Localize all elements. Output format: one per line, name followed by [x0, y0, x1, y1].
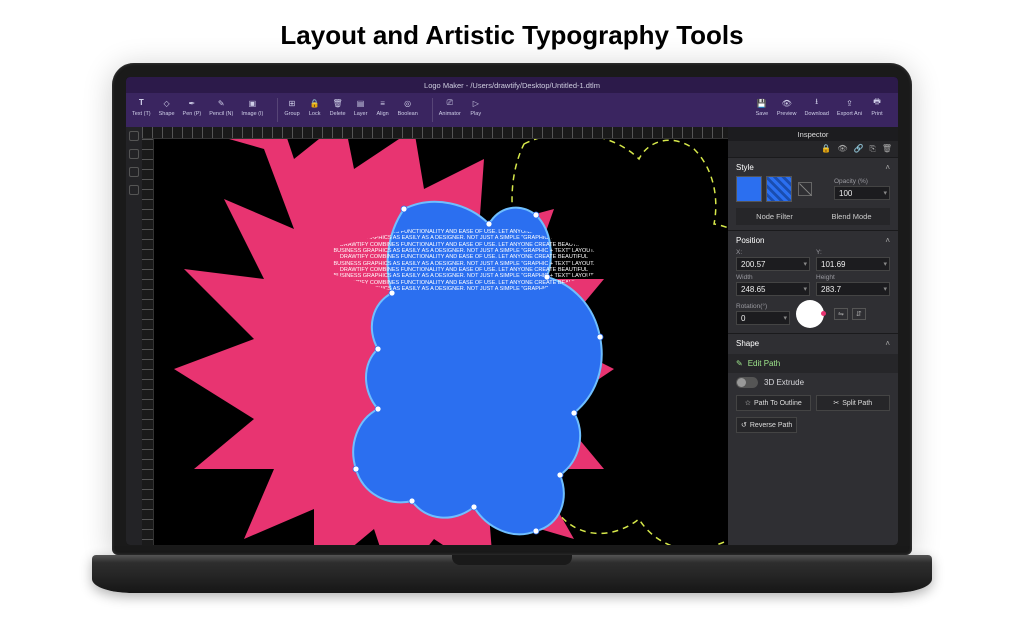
y-field[interactable]: 101.69▾	[816, 257, 890, 271]
tool-play[interactable]: ▷Play	[469, 96, 483, 117]
chevron-up-icon[interactable]: ˄	[885, 339, 890, 348]
chevron-up-icon[interactable]: ˄	[885, 236, 890, 245]
tool-lock[interactable]: 🔒Lock	[308, 96, 322, 117]
animator-icon: ⎚	[443, 96, 457, 110]
lock-icon: 🔒	[308, 96, 322, 110]
position-section: Position˄ X:200.57▾ Y:101.69▾ Width248.6…	[728, 230, 898, 333]
stroke-none-icon[interactable]	[798, 182, 812, 196]
rotation-field[interactable]: 0▾	[736, 311, 790, 325]
rail-btn[interactable]	[129, 167, 139, 177]
shape-label: Shape	[736, 339, 759, 348]
ruler-horizontal	[142, 127, 728, 139]
trash-icon[interactable]: 🗑	[882, 144, 892, 154]
rail-btn[interactable]	[129, 185, 139, 195]
align-icon: ≡	[376, 96, 390, 110]
width-field[interactable]: 248.65▾	[736, 282, 810, 296]
page-heading: Layout and Artistic Typography Tools	[0, 0, 1024, 63]
tool-print[interactable]: 🖶Print	[870, 96, 884, 117]
pencil-icon: ✎	[214, 96, 228, 110]
layer-icon: ▤	[354, 96, 368, 110]
path-to-outline-button[interactable]: ☆ Path To Outline	[736, 395, 811, 411]
edit-path-icon: ✎	[736, 359, 743, 368]
link-icon[interactable]: 🔗	[853, 144, 863, 154]
tool-shape[interactable]: ◇Shape	[159, 96, 175, 117]
app-window: Logo Maker - /Users/drawtify/Desktop/Unt…	[126, 77, 898, 545]
download-icon: ⭳	[810, 96, 824, 110]
tool-text[interactable]: 𝐓Text (T)	[132, 96, 151, 117]
rail-btn[interactable]	[129, 149, 139, 159]
image-icon: ▣	[245, 96, 259, 110]
tool-download[interactable]: ⭳Download	[804, 96, 828, 117]
fill-swatch[interactable]	[736, 176, 762, 202]
tool-pen[interactable]: ✒Pen (P)	[183, 96, 202, 117]
tool-image[interactable]: ▣Image (I)	[241, 96, 263, 117]
copy-icon[interactable]: ⎘	[869, 144, 875, 154]
extrude-toggle[interactable]	[736, 377, 758, 388]
node-filter-tab[interactable]: Node Filter	[736, 208, 813, 225]
tool-boolean[interactable]: ◎Boolean	[398, 96, 418, 117]
reverse-path-button[interactable]: ↺ Reverse Path	[736, 417, 797, 433]
text-icon: 𝐓	[134, 96, 148, 110]
ruler-vertical	[142, 139, 154, 545]
left-tool-rail	[126, 127, 142, 545]
delete-icon: 🗑	[331, 96, 345, 110]
edit-path-button[interactable]: ✎Edit Path	[728, 354, 898, 373]
extrude-label: 3D Extrude	[764, 378, 804, 387]
tool-layer[interactable]: ▤Layer	[354, 96, 368, 117]
inspector-panel: Inspector 🔒 👁 🔗 ⎘ 🗑 Style ˄	[728, 127, 898, 545]
laptop-base	[92, 555, 932, 593]
position-label: Position	[736, 236, 764, 245]
window-title: Logo Maker - /Users/drawtify/Desktop/Unt…	[424, 81, 600, 90]
flip-h-icon[interactable]: ⇋	[834, 308, 848, 320]
tool-preview[interactable]: 👁Preview	[777, 96, 797, 117]
shape-icon: ◇	[160, 96, 174, 110]
tool-group[interactable]: ⊞Group	[284, 96, 299, 117]
x-field[interactable]: 200.57▾	[736, 257, 810, 271]
opacity-field[interactable]: 100▾	[834, 186, 890, 200]
eye-icon[interactable]: 👁	[837, 144, 847, 154]
split-path-button[interactable]: ✂ Split Path	[816, 395, 891, 411]
height-field[interactable]: 283.7▾	[816, 282, 890, 296]
group-icon: ⊞	[285, 96, 299, 110]
tool-animator[interactable]: ⎚Animator	[439, 96, 461, 117]
blend-mode-tab[interactable]: Blend Mode	[813, 208, 890, 225]
style-label: Style	[736, 163, 754, 172]
rail-btn[interactable]	[129, 131, 139, 141]
main-toolbar: 𝐓Text (T) ◇Shape ✒Pen (P) ✎Pencil (N) ▣I…	[126, 93, 898, 127]
tool-pencil[interactable]: ✎Pencil (N)	[209, 96, 233, 117]
tool-delete[interactable]: 🗑Delete	[330, 96, 346, 117]
lock-small-icon[interactable]: 🔒	[821, 144, 831, 154]
play-icon: ▷	[469, 96, 483, 110]
boolean-icon: ◎	[401, 96, 415, 110]
flip-v-icon[interactable]: ⇵	[852, 308, 866, 320]
canvas[interactable]: DRAWTIFY COMBINES FUNCTIONALITY AND EASE…	[154, 139, 728, 545]
window-titlebar: Logo Maker - /Users/drawtify/Desktop/Unt…	[126, 77, 898, 93]
rotation-dial[interactable]	[796, 300, 824, 328]
export-icon: ⇪	[842, 96, 856, 110]
save-icon: 💾	[755, 96, 769, 110]
tool-save[interactable]: 💾Save	[755, 96, 769, 117]
shape-section: Shape ˄	[728, 333, 898, 354]
horse-blue-shape[interactable]	[314, 199, 614, 539]
pen-icon: ✒	[185, 96, 199, 110]
tool-align[interactable]: ≡Align	[376, 96, 390, 117]
tool-export[interactable]: ⇪Export Ani	[837, 96, 862, 117]
laptop-mockup: Logo Maker - /Users/drawtify/Desktop/Unt…	[92, 63, 932, 593]
print-icon: 🖶	[870, 96, 884, 110]
chevron-up-icon[interactable]: ˄	[885, 163, 890, 172]
opacity-label: Opacity (%)	[834, 178, 890, 185]
inspector-quick-icons: 🔒 👁 🔗 ⎘ 🗑	[728, 141, 898, 157]
style-section: Style ˄ Opacity (%) 100▾ Node Filter	[728, 157, 898, 230]
pattern-swatch[interactable]	[766, 176, 792, 202]
preview-icon: 👁	[780, 96, 794, 110]
inspector-title: Inspector	[728, 127, 898, 141]
